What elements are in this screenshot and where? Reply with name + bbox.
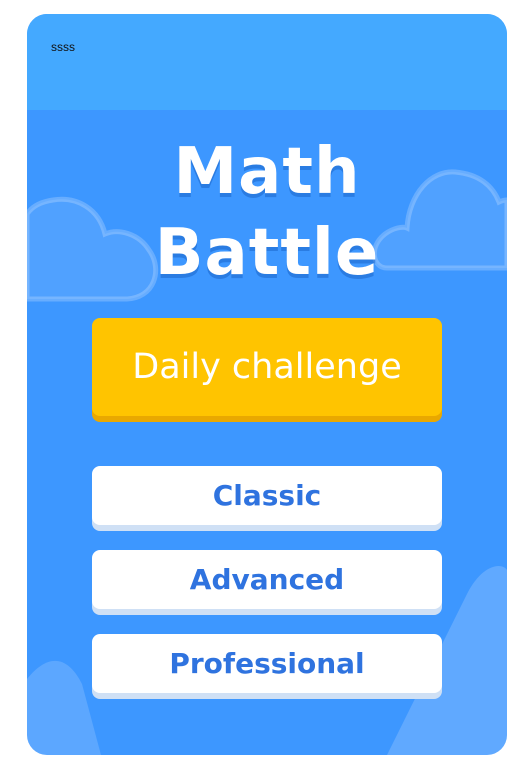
title-line-2: Battle: [154, 216, 380, 290]
classic-button[interactable]: Classic: [92, 466, 442, 525]
advanced-button[interactable]: Advanced: [92, 550, 442, 609]
professional-button[interactable]: Professional: [92, 634, 442, 693]
hill-icon: [27, 660, 101, 755]
daily-challenge-button[interactable]: Daily challenge: [92, 318, 442, 416]
app-screen: ssss Math Battle Daily challenge Classic…: [27, 14, 507, 755]
title-line-1: Math: [173, 135, 361, 209]
